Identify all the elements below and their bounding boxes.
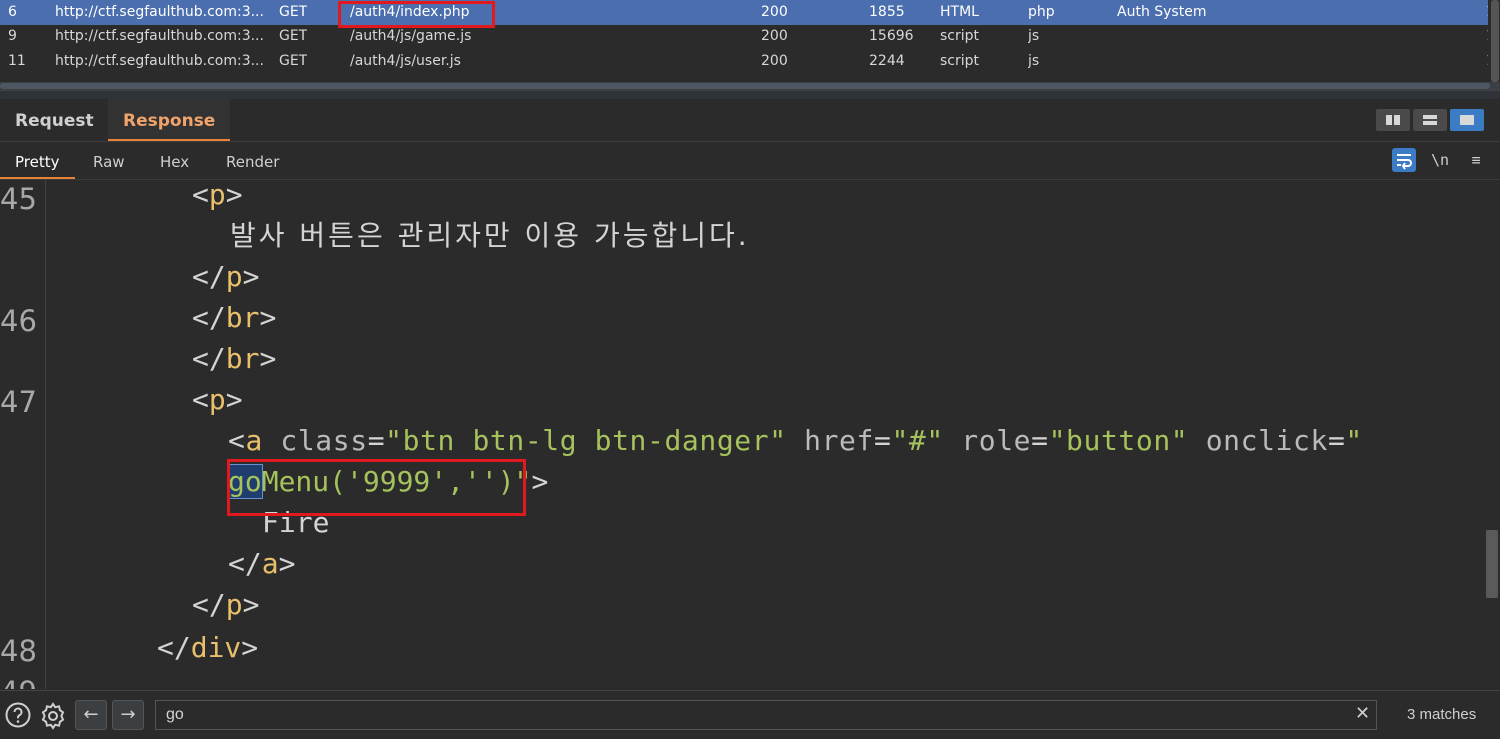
row-method: GET [279, 4, 308, 20]
history-scroll-thumb[interactable] [1491, 0, 1499, 82]
arrow-right-icon: → [120, 704, 136, 725]
layout-toggle-group [1373, 109, 1484, 131]
next-match-button[interactable]: → [112, 700, 144, 730]
clear-search-icon[interactable]: ✕ [1355, 703, 1370, 724]
row-extension: js [1028, 53, 1040, 69]
code-line: </br> [192, 301, 277, 334]
code-line-onclick-value: goMenu('9999','')"> [227, 464, 549, 499]
row-extension: php [1028, 4, 1055, 20]
view-options: \n ≡ [1380, 148, 1488, 172]
match-count: 3 matches [1407, 706, 1477, 723]
gear-icon[interactable] [38, 701, 66, 730]
row-number: 11 [8, 53, 26, 69]
word-wrap-icon[interactable] [1392, 148, 1416, 172]
row-mime: script [940, 28, 980, 44]
row-extension: js [1028, 28, 1040, 44]
row-status: 200 [761, 28, 788, 44]
code-line: </div> [157, 631, 259, 664]
tab-pretty[interactable]: Pretty [0, 142, 75, 179]
response-editor[interactable]: 45 46 47 48 49 <p> 발사 버튼은 관리자만 이용 가능합니다.… [0, 180, 1500, 689]
row-length: 15696 [869, 28, 914, 44]
row-length: 2244 [869, 53, 905, 69]
row-host: http://ctf.segfaulthub.com:3... [55, 4, 264, 20]
row-mime: script [940, 53, 980, 69]
pane-splitter[interactable] [0, 90, 1500, 99]
code-line: </br> [192, 342, 277, 375]
row-status: 200 [761, 53, 788, 69]
row-host: http://ctf.segfaulthub.com:3... [55, 53, 264, 69]
help-icon[interactable] [4, 701, 32, 729]
row-url: /auth4/js/game.js [350, 28, 472, 44]
arrow-left-icon: ← [83, 704, 99, 725]
line-number: 45 [0, 182, 37, 216]
line-number: 49 [0, 675, 37, 689]
row-length: 1855 [869, 4, 905, 20]
code-line-anchor-tag: <a class="btn btn-lg btn-danger" href="#… [228, 424, 1363, 457]
http-history-table: 6 http://ctf.segfaulthub.com:3... GET /a… [0, 0, 1500, 84]
code-line: </p> [192, 588, 260, 621]
show-newlines-icon[interactable]: \n [1428, 148, 1452, 172]
tab-response[interactable]: Response [108, 99, 231, 141]
history-row[interactable]: 9 http://ctf.segfaulthub.com:3... GET /a… [0, 24, 1500, 49]
side-by-side-layout-icon[interactable] [1376, 109, 1410, 131]
message-tab-bar: Request Response [0, 99, 1500, 142]
history-row[interactable]: 11 http://ctf.segfaulthub.com:3... GET /… [0, 49, 1500, 74]
row-url: /auth4/index.php [350, 4, 470, 20]
row-method: GET [279, 28, 308, 44]
line-number: 46 [0, 304, 37, 338]
code-line: </a> [228, 547, 296, 580]
row-status: 200 [761, 4, 788, 20]
row-title: Auth System [1117, 4, 1207, 20]
menu-icon[interactable]: ≡ [1464, 148, 1488, 172]
code-line: </p> [192, 260, 260, 293]
code-text-fire: Fire [262, 506, 330, 539]
history-row-selected[interactable]: 6 http://ctf.segfaulthub.com:3... GET /a… [0, 0, 1500, 25]
editor-vertical-scrollbar[interactable] [1484, 180, 1500, 689]
search-input[interactable] [155, 700, 1377, 730]
tab-hex[interactable]: Hex [160, 142, 189, 179]
view-mode-tab-bar: Pretty Raw Hex Render \n ≡ [0, 142, 1500, 180]
row-number: 9 [8, 28, 17, 44]
stacked-layout-icon[interactable] [1413, 109, 1447, 131]
code-line: <p> [192, 180, 243, 211]
row-number: 6 [8, 4, 17, 20]
row-mime: HTML [940, 4, 979, 20]
code-line: <p> [192, 383, 243, 416]
code-text-korean: 발사 버튼은 관리자만 이용 가능합니다. [230, 219, 750, 252]
line-number-gutter: 45 46 47 48 49 [0, 180, 46, 689]
row-method: GET [279, 53, 308, 69]
tab-request[interactable]: Request [0, 99, 109, 141]
history-horizontal-scrollbar[interactable] [0, 82, 1500, 90]
single-pane-layout-icon[interactable] [1450, 109, 1484, 131]
tab-render[interactable]: Render [226, 142, 279, 179]
tab-raw[interactable]: Raw [93, 142, 125, 179]
history-vertical-scrollbar[interactable] [1488, 0, 1500, 82]
row-url: /auth4/js/user.js [350, 53, 461, 69]
search-bar: ← → ✕ 3 matches [0, 690, 1500, 739]
search-match-highlight: go [227, 464, 263, 499]
editor-scroll-thumb[interactable] [1486, 530, 1498, 598]
previous-match-button[interactable]: ← [75, 700, 107, 730]
line-number: 48 [0, 634, 37, 668]
row-host: http://ctf.segfaulthub.com:3... [55, 28, 264, 44]
line-number: 47 [0, 385, 37, 419]
horizontal-scroll-thumb[interactable] [0, 83, 1490, 89]
